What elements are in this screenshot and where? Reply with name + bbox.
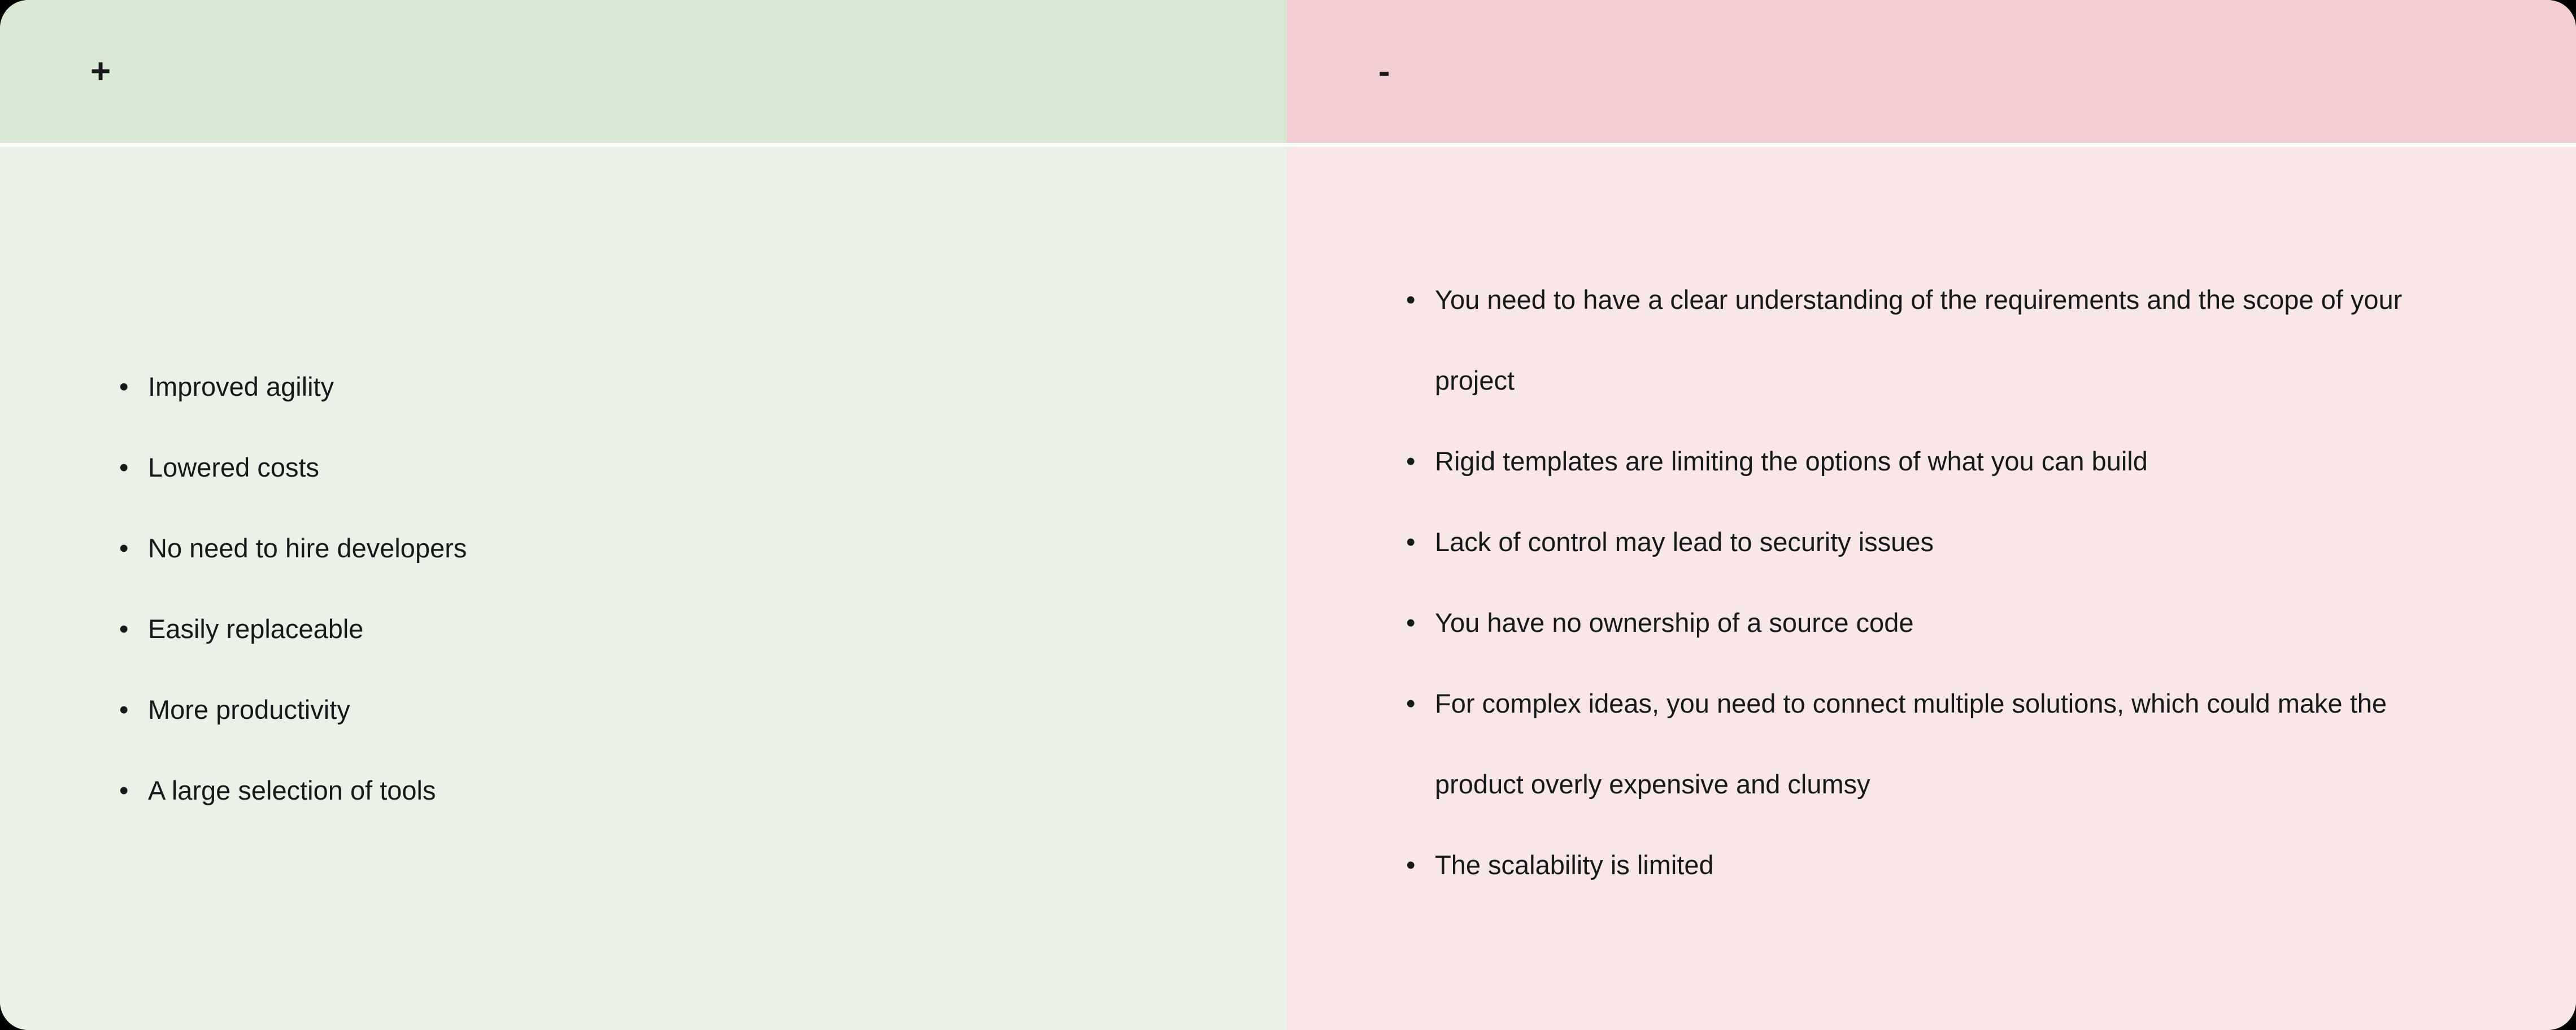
bullet-icon: • [1406, 446, 1416, 476]
list-item-label: Rigid templates are limiting the options… [1435, 446, 2148, 476]
list-item-label: You have no ownership of a source code [1435, 608, 1914, 638]
minus-icon: - [1378, 51, 1390, 91]
list-item-label: Easily replaceable [148, 614, 364, 644]
list-item: • Improved agility [113, 346, 1219, 427]
header-body-divider [0, 143, 2576, 147]
bullet-icon: • [119, 695, 129, 725]
list-item: • For complex ideas, you need to connect… [1400, 663, 2435, 824]
list-item: • Lack of control may lead to security i… [1400, 501, 2435, 582]
bullet-icon: • [119, 452, 129, 482]
bullet-icon: • [1406, 608, 1416, 638]
list-item: • Easily replaceable [113, 588, 1219, 669]
cons-header-cell: - [1287, 0, 2576, 143]
list-item: • The scalability is limited [1400, 824, 2435, 905]
list-item-label: A large selection of tools [148, 775, 436, 805]
list-item: • Rigid templates are limiting the optio… [1400, 421, 2435, 501]
bullet-icon: • [1406, 850, 1416, 880]
bullet-icon: • [1406, 688, 1416, 718]
comparison-body-row: • Improved agility • Lowered costs • No … [0, 147, 2576, 1030]
plus-icon: + [90, 51, 111, 91]
pros-body-cell: • Improved agility • Lowered costs • No … [0, 147, 1287, 1030]
list-item: • Lowered costs [113, 427, 1219, 508]
bullet-icon: • [119, 614, 129, 644]
list-item: • A large selection of tools [113, 750, 1219, 831]
bullet-icon: • [119, 775, 129, 805]
list-item: • You have no ownership of a source code [1400, 582, 2435, 663]
list-item-label: Lowered costs [148, 452, 320, 482]
list-item-label: For complex ideas, you need to connect m… [1435, 688, 2387, 799]
cons-body-cell: • You need to have a clear understanding… [1287, 147, 2576, 1030]
list-item-label: Lack of control may lead to security iss… [1435, 527, 1934, 557]
pros-cons-comparison-card: + - • Improved agility • Lowered costs •… [0, 0, 2576, 1030]
list-item-label: No need to hire developers [148, 533, 467, 563]
bullet-icon: • [119, 372, 129, 401]
list-item-label: Improved agility [148, 372, 334, 401]
list-item: • You need to have a clear understanding… [1400, 259, 2435, 421]
comparison-header-row: + - [0, 0, 2576, 143]
bullet-icon: • [1406, 527, 1416, 557]
cons-list: • You need to have a clear understanding… [1287, 259, 2576, 905]
list-item-label: More productivity [148, 695, 350, 725]
bullet-icon: • [119, 533, 129, 563]
list-item-label: You need to have a clear understanding o… [1435, 285, 2403, 395]
bullet-icon: • [1406, 285, 1416, 315]
list-item: • More productivity [113, 669, 1219, 750]
list-item: • No need to hire developers [113, 508, 1219, 588]
pros-header-cell: + [0, 0, 1287, 143]
list-item-label: The scalability is limited [1435, 850, 1714, 880]
pros-list: • Improved agility • Lowered costs • No … [0, 346, 1287, 831]
